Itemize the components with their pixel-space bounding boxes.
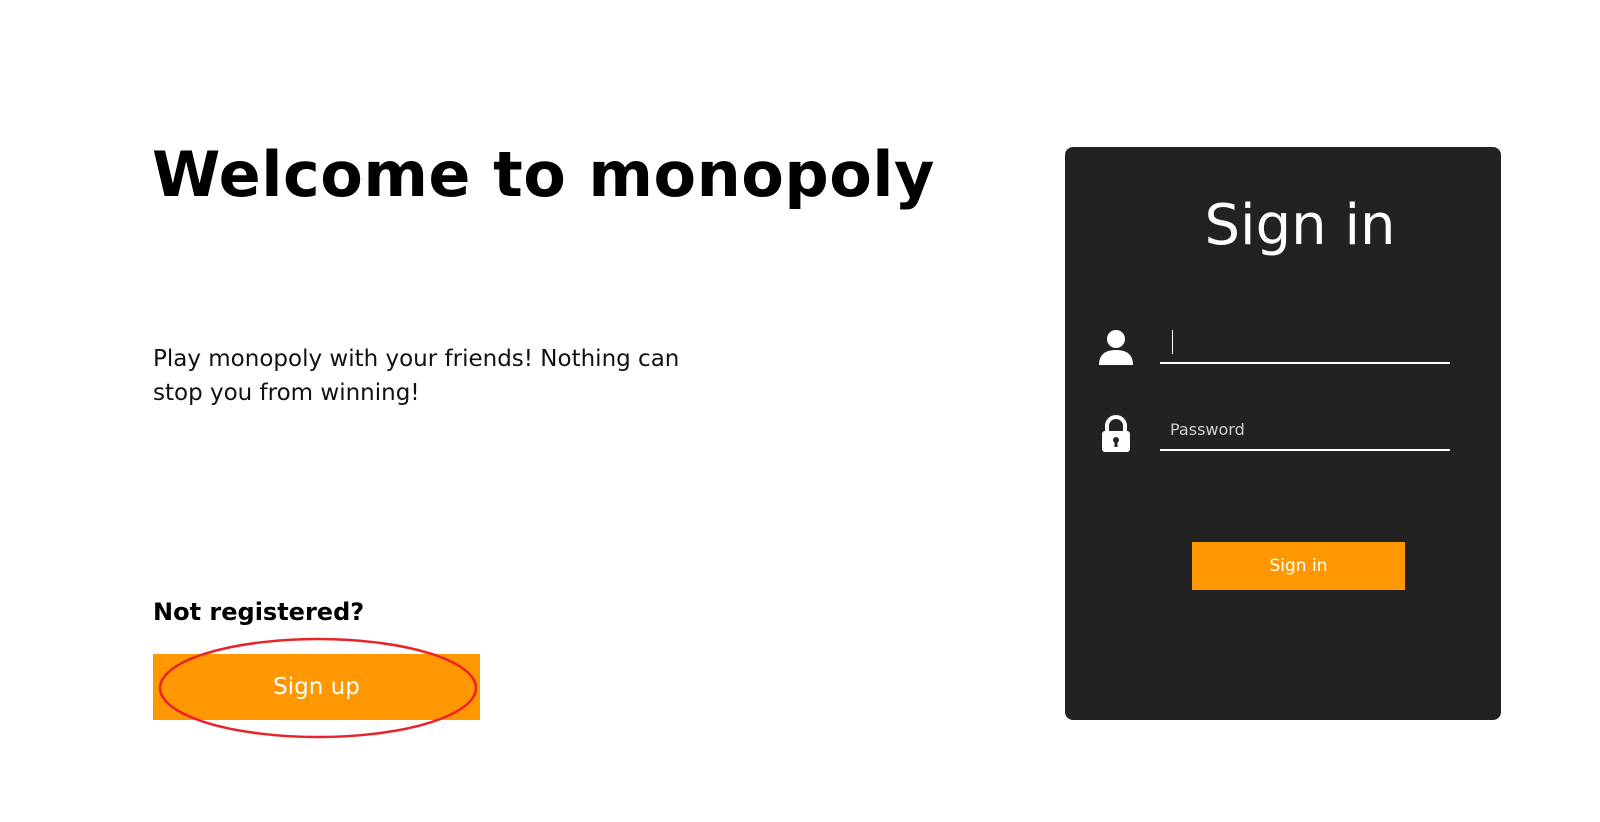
tagline: Play monopoly with your friends! Nothing… [153, 346, 680, 406]
password-input[interactable] [1160, 409, 1450, 451]
text-caret [1172, 330, 1173, 354]
username-input[interactable] [1160, 322, 1450, 364]
lock-icon [1102, 415, 1130, 452]
user-icon [1099, 330, 1133, 365]
password-row [1098, 409, 1458, 459]
page-title: Welcome to monopoly [152, 138, 935, 211]
sign-in-button[interactable]: Sign in [1192, 542, 1405, 590]
not-registered-label: Not registered? [153, 598, 365, 626]
sign-in-title: Sign in [1204, 193, 1396, 258]
login-page: Welcome to monopoly Play monopoly with y… [0, 0, 1600, 822]
sign-up-button[interactable]: Sign up [153, 654, 480, 720]
sign-in-card: Sign in Sign in [1065, 147, 1501, 720]
username-row [1098, 322, 1458, 372]
